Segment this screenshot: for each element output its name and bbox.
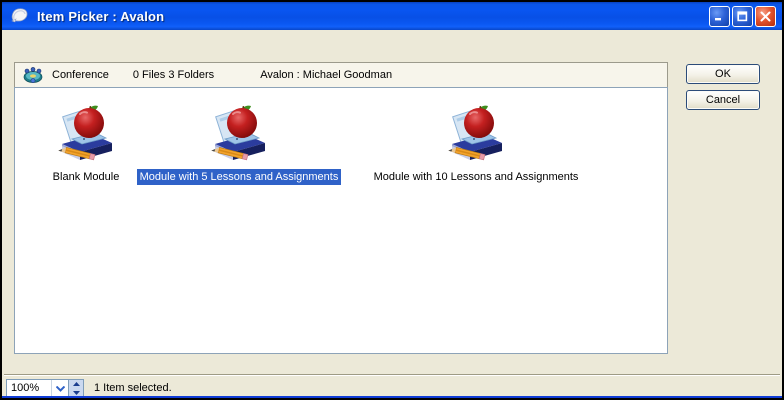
zoom-stepper[interactable] [68, 380, 83, 397]
close-button[interactable] [755, 6, 776, 27]
spin-up-button[interactable] [69, 380, 83, 389]
item-list[interactable]: Blank Module [14, 87, 668, 354]
file-folder-counts: 0 Files 3 Folders [133, 69, 214, 81]
title-bar[interactable]: Item Picker : Avalon [2, 2, 782, 30]
zoom-dropdown-button[interactable] [51, 380, 68, 397]
close-icon [760, 11, 771, 22]
window-title: Item Picker : Avalon [37, 9, 709, 24]
note-icon [9, 6, 31, 26]
ok-button[interactable]: OK [686, 64, 760, 84]
selection-status-text: 1 Item selected. [94, 382, 172, 394]
apple-on-books-icon [207, 102, 271, 166]
chevron-down-icon [56, 386, 65, 392]
cancel-button[interactable]: Cancel [686, 90, 760, 110]
module-item[interactable]: Module with 5 Lessons and Assignments [132, 102, 346, 185]
server-owner-label: Avalon : Michael Goodman [260, 69, 392, 81]
item-picker-dialog: Item Picker : Avalon Conference 0 Files … [0, 0, 784, 400]
window-bottom-edge [2, 396, 782, 398]
conference-people-icon [23, 66, 43, 84]
module-item-label[interactable]: Module with 10 Lessons and Assignments [371, 169, 582, 185]
triangle-up-icon [73, 382, 80, 386]
status-divider [4, 374, 780, 376]
minimize-icon [714, 11, 725, 22]
minimize-button[interactable] [709, 6, 730, 27]
triangle-down-icon [73, 391, 80, 395]
apple-on-books-icon [54, 102, 118, 166]
module-item[interactable]: Module with 10 Lessons and Assignments [364, 102, 588, 185]
maximize-button[interactable] [732, 6, 753, 27]
maximize-icon [737, 11, 748, 22]
module-item[interactable]: Blank Module [25, 102, 147, 185]
module-item-label[interactable]: Module with 5 Lessons and Assignments [137, 169, 342, 185]
container-type-label: Conference [52, 69, 109, 81]
container-header-bar: Conference 0 Files 3 Folders Avalon : Mi… [14, 62, 668, 88]
apple-on-books-icon [444, 102, 508, 166]
zoom-level-value: 100% [7, 380, 51, 397]
module-item-label[interactable]: Blank Module [50, 169, 123, 185]
